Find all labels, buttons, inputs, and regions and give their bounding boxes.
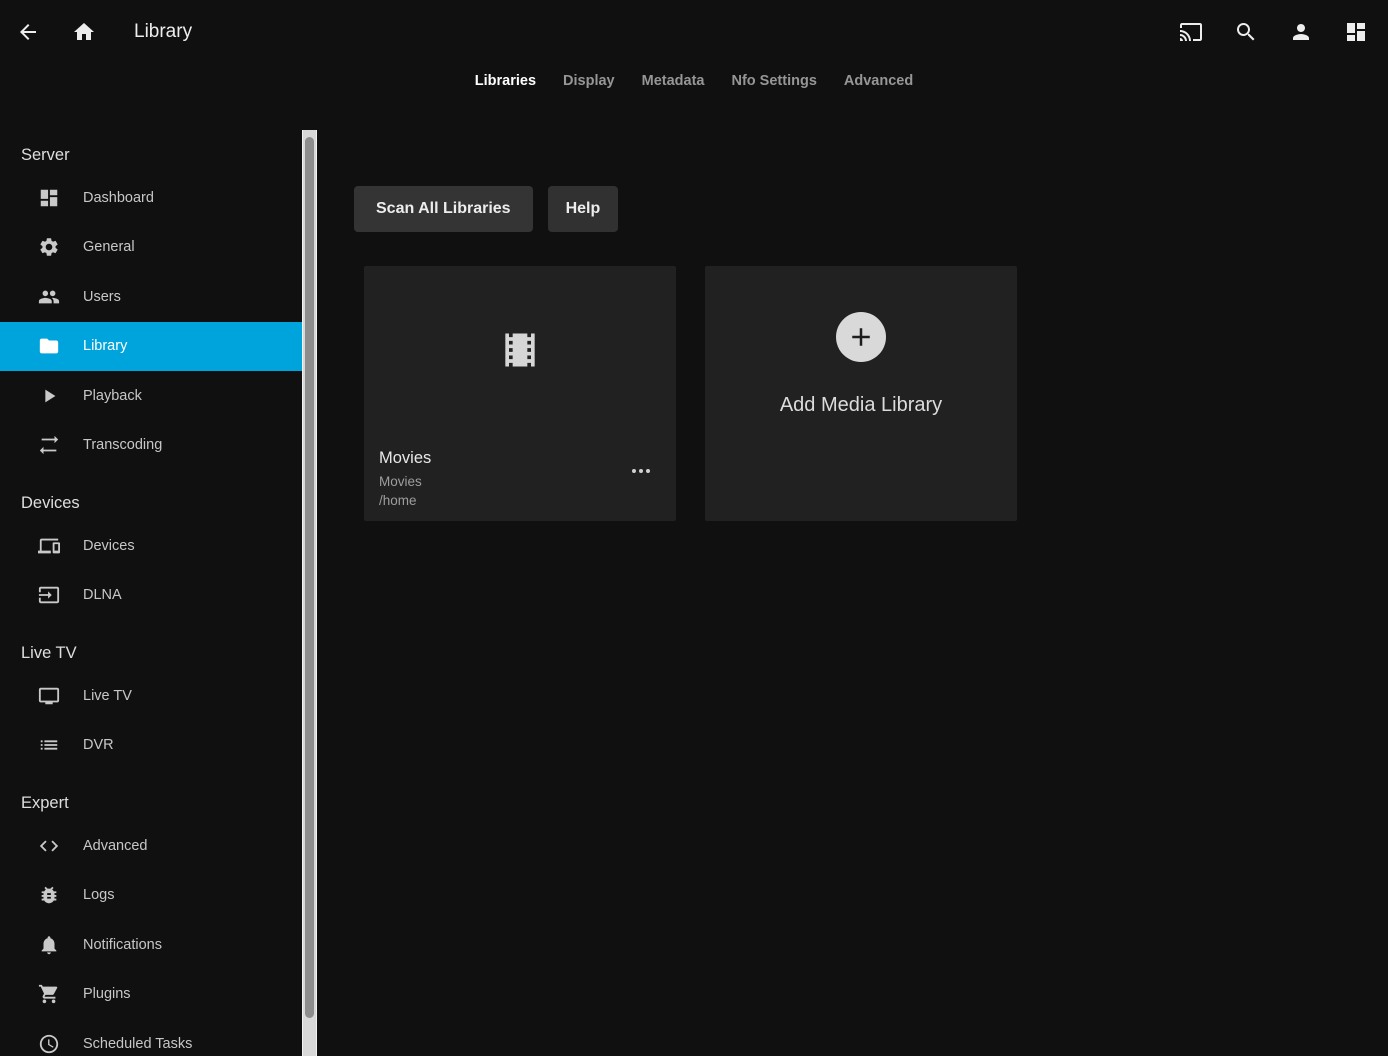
tab-nfo-settings[interactable]: Nfo Settings xyxy=(732,73,817,89)
tv-icon xyxy=(38,685,60,707)
cast-button[interactable] xyxy=(1169,10,1213,54)
clock-icon xyxy=(38,1033,60,1055)
arrow-back-icon xyxy=(16,20,40,44)
sidebar-item-playback[interactable]: Playback xyxy=(0,371,302,421)
home-button[interactable] xyxy=(62,10,106,54)
sidebar-item-label: General xyxy=(83,239,135,255)
sidebar-item-label: Logs xyxy=(83,887,114,903)
sidebar-item-label: DVR xyxy=(83,737,114,753)
library-toolbar: Scan All Libraries Help xyxy=(354,186,1388,232)
section-heading-devices: Devices xyxy=(0,494,302,513)
search-icon xyxy=(1234,20,1258,44)
sidebar-item-label: Users xyxy=(83,289,121,305)
play-icon xyxy=(38,385,60,407)
sidebar-item-scheduled-tasks[interactable]: Scheduled Tasks xyxy=(0,1019,302,1056)
sidebar-item-label: Devices xyxy=(83,538,135,554)
sidebar-item-transcoding[interactable]: Transcoding xyxy=(0,421,302,471)
appbar-left-group: Library xyxy=(6,10,192,54)
filmstrip-icon xyxy=(498,328,542,372)
person-icon xyxy=(1289,20,1313,44)
sidebar-item-label: Playback xyxy=(83,388,142,404)
sidebar-item-label: Transcoding xyxy=(83,437,162,453)
sidebar-item-devices[interactable]: Devices xyxy=(0,521,302,571)
user-button[interactable] xyxy=(1279,10,1323,54)
home-icon xyxy=(72,20,96,44)
users-icon xyxy=(38,286,60,308)
plus-circle-icon xyxy=(836,312,886,362)
sidebar-item-advanced[interactable]: Advanced xyxy=(0,821,302,871)
code-icon xyxy=(38,835,60,857)
dashboard-icon xyxy=(38,187,60,209)
folder-icon xyxy=(38,335,60,357)
bug-icon xyxy=(38,884,60,906)
sidebar: Server Dashboard General Users Library xyxy=(0,130,302,1056)
card-title: Movies xyxy=(379,449,431,468)
scan-all-libraries-button[interactable]: Scan All Libraries xyxy=(354,186,533,232)
dashboard-button[interactable] xyxy=(1334,10,1378,54)
scrollbar-thumb[interactable] xyxy=(305,137,314,1018)
section-heading-server: Server xyxy=(0,146,302,165)
library-content: Scan All Libraries Help Movies Movies /h… xyxy=(318,130,1388,1056)
more-menu-button[interactable] xyxy=(626,463,656,479)
app-bar: Library xyxy=(0,0,1388,64)
sidebar-item-users[interactable]: Users xyxy=(0,272,302,322)
sidebar-item-logs[interactable]: Logs xyxy=(0,871,302,921)
sidebar-item-label: Scheduled Tasks xyxy=(83,1036,192,1052)
more-horizontal-icon xyxy=(632,469,636,473)
sidebar-item-general[interactable]: General xyxy=(0,223,302,273)
sidebar-item-dlna[interactable]: DLNA xyxy=(0,571,302,621)
settings-tabs: Libraries Display Metadata Nfo Settings … xyxy=(0,64,1388,98)
sidebar-item-livetv[interactable]: Live TV xyxy=(0,671,302,721)
card-path: /home xyxy=(379,493,431,508)
add-media-library-label: Add Media Library xyxy=(780,394,942,417)
sidebar-item-label: DLNA xyxy=(83,587,122,603)
tab-advanced[interactable]: Advanced xyxy=(844,73,913,89)
sidebar-section-livetv: Live TV Live TV DVR xyxy=(0,644,302,770)
input-icon xyxy=(38,584,60,606)
cart-icon xyxy=(38,983,60,1005)
appbar-right-group xyxy=(1169,10,1378,54)
sidebar-section-devices: Devices Devices DLNA xyxy=(0,494,302,620)
page-title: Library xyxy=(134,21,192,43)
cast-icon xyxy=(1179,20,1203,44)
tab-display[interactable]: Display xyxy=(563,73,615,89)
sidebar-item-label: Plugins xyxy=(83,986,131,1002)
sidebar-item-label: Notifications xyxy=(83,937,162,953)
list-icon xyxy=(38,734,60,756)
sidebar-item-label: Library xyxy=(83,338,127,354)
sidebar-item-label: Dashboard xyxy=(83,190,154,206)
sidebar-item-library[interactable]: Library xyxy=(0,322,302,372)
search-button[interactable] xyxy=(1224,10,1268,54)
sidebar-item-plugins[interactable]: Plugins xyxy=(0,970,302,1020)
help-button[interactable]: Help xyxy=(548,186,619,232)
sidebar-item-dashboard[interactable]: Dashboard xyxy=(0,173,302,223)
sidebar-item-dvr[interactable]: DVR xyxy=(0,721,302,771)
tab-libraries[interactable]: Libraries xyxy=(475,73,536,89)
sidebar-scrollbar[interactable] xyxy=(302,130,317,1056)
library-cards: Movies Movies /home Add Media Library xyxy=(364,266,1388,521)
back-button[interactable] xyxy=(6,10,50,54)
bell-icon xyxy=(38,934,60,956)
tab-metadata[interactable]: Metadata xyxy=(642,73,705,89)
sidebar-section-expert: Expert Advanced Logs Notifications Plugi… xyxy=(0,794,302,1056)
section-heading-livetv: Live TV xyxy=(0,644,302,663)
library-card-movies[interactable]: Movies Movies /home xyxy=(364,266,676,521)
card-info: Movies Movies /home xyxy=(379,449,431,508)
sidebar-item-notifications[interactable]: Notifications xyxy=(0,920,302,970)
sidebar-section-server: Server Dashboard General Users Library xyxy=(0,146,302,470)
gear-icon xyxy=(38,236,60,258)
transcode-arrows-icon xyxy=(38,434,60,456)
sidebar-item-label: Live TV xyxy=(83,688,132,704)
add-media-library-card[interactable]: Add Media Library xyxy=(705,266,1017,521)
dashboard-icon xyxy=(1344,20,1368,44)
section-heading-expert: Expert xyxy=(0,794,302,813)
card-subtitle: Movies xyxy=(379,474,431,489)
devices-icon xyxy=(38,535,60,557)
sidebar-item-label: Advanced xyxy=(83,838,148,854)
